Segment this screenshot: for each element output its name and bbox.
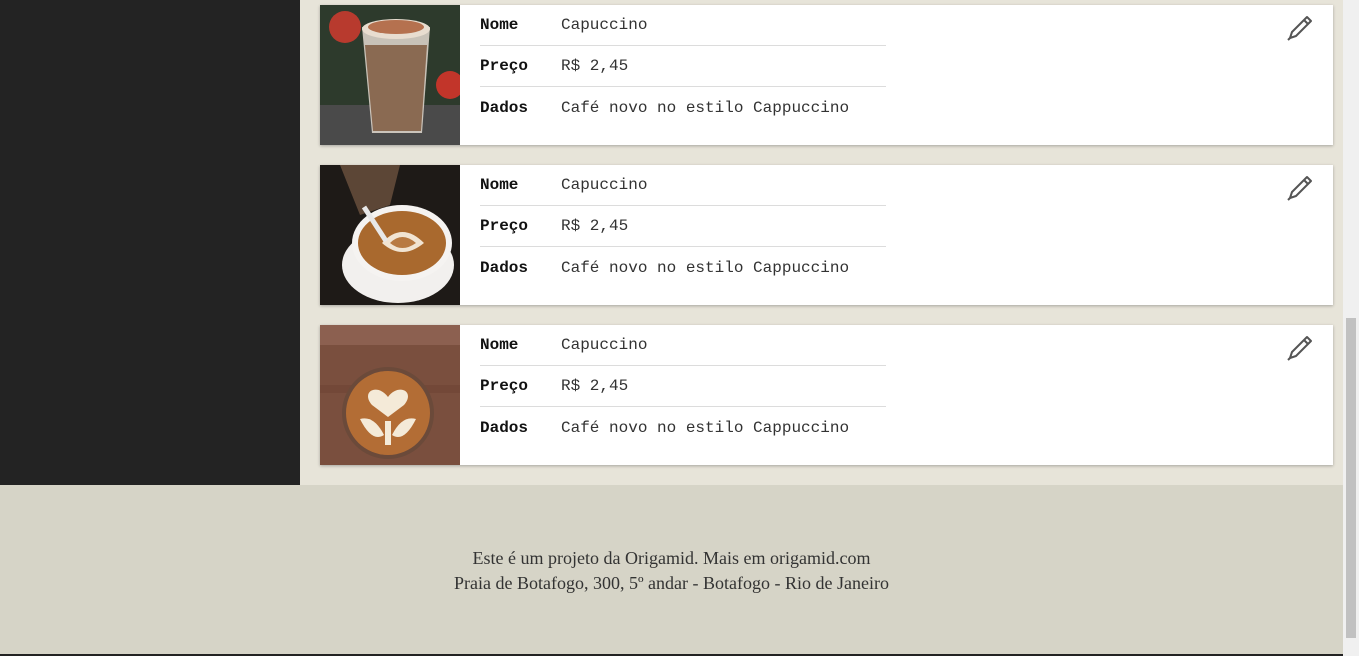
field-row-nome: Nome Capuccino xyxy=(480,5,886,46)
field-row-preco: Preço R$ 2,45 xyxy=(480,46,886,87)
pencil-icon[interactable] xyxy=(1285,13,1315,43)
product-fields: Nome Capuccino Preço R$ 2,45 Dados Café … xyxy=(480,5,886,128)
field-row-nome: Nome Capuccino xyxy=(480,325,886,366)
field-value: Capuccino xyxy=(561,16,648,34)
field-value: Café novo no estilo Cappuccino xyxy=(561,418,850,437)
field-label: Nome xyxy=(480,336,519,354)
field-label: Dados xyxy=(480,98,529,117)
field-label: Nome xyxy=(480,176,519,194)
field-label: Preço xyxy=(480,217,529,235)
footer: Este é um projeto da Origamid. Mais em o… xyxy=(0,485,1343,656)
product-image xyxy=(320,165,460,305)
scrollbar-thumb[interactable] xyxy=(1346,318,1356,638)
field-value: R$ 2,45 xyxy=(561,57,629,75)
field-label: Preço xyxy=(480,57,529,75)
field-value: R$ 2,45 xyxy=(561,377,629,395)
field-row-preco: Preço R$ 2,45 xyxy=(480,206,886,247)
field-row-dados: Dados Café novo no estilo Cappuccino xyxy=(480,247,886,288)
field-row-dados: Dados Café novo no estilo Cappuccino xyxy=(480,407,886,448)
product-card: Nome Capuccino Preço R$ 2,45 Dados Café … xyxy=(320,165,1333,305)
product-list: Nome Capuccino Preço R$ 2,45 Dados Café … xyxy=(300,0,1343,485)
sidebar xyxy=(0,0,300,485)
product-card: Nome Capuccino Preço R$ 2,45 Dados Café … xyxy=(320,5,1333,145)
field-value: Capuccino xyxy=(561,336,648,354)
product-fields: Nome Capuccino Preço R$ 2,45 Dados Café … xyxy=(480,165,886,288)
field-row-preco: Preço R$ 2,45 xyxy=(480,366,886,407)
field-row-nome: Nome Capuccino xyxy=(480,165,886,206)
field-label: Dados xyxy=(480,418,529,437)
footer-line-credits: Este é um projeto da Origamid. Mais em o… xyxy=(472,548,871,568)
product-image xyxy=(320,5,460,145)
field-value: R$ 2,45 xyxy=(561,217,629,235)
product-fields: Nome Capuccino Preço R$ 2,45 Dados Café … xyxy=(480,325,886,448)
field-label: Nome xyxy=(480,16,519,34)
field-label: Dados xyxy=(480,258,529,277)
product-image xyxy=(320,325,460,465)
footer-line-address: Praia de Botafogo, 300, 5º andar - Botaf… xyxy=(454,573,889,593)
vertical-scrollbar[interactable] xyxy=(1343,0,1359,656)
pencil-icon[interactable] xyxy=(1285,333,1315,363)
field-label: Preço xyxy=(480,377,529,395)
pencil-icon[interactable] xyxy=(1285,173,1315,203)
field-value: Capuccino xyxy=(561,176,648,194)
field-value: Café novo no estilo Cappuccino xyxy=(561,98,850,117)
product-card: Nome Capuccino Preço R$ 2,45 Dados Café … xyxy=(320,325,1333,465)
field-value: Café novo no estilo Cappuccino xyxy=(561,258,850,277)
field-row-dados: Dados Café novo no estilo Cappuccino xyxy=(480,87,886,128)
